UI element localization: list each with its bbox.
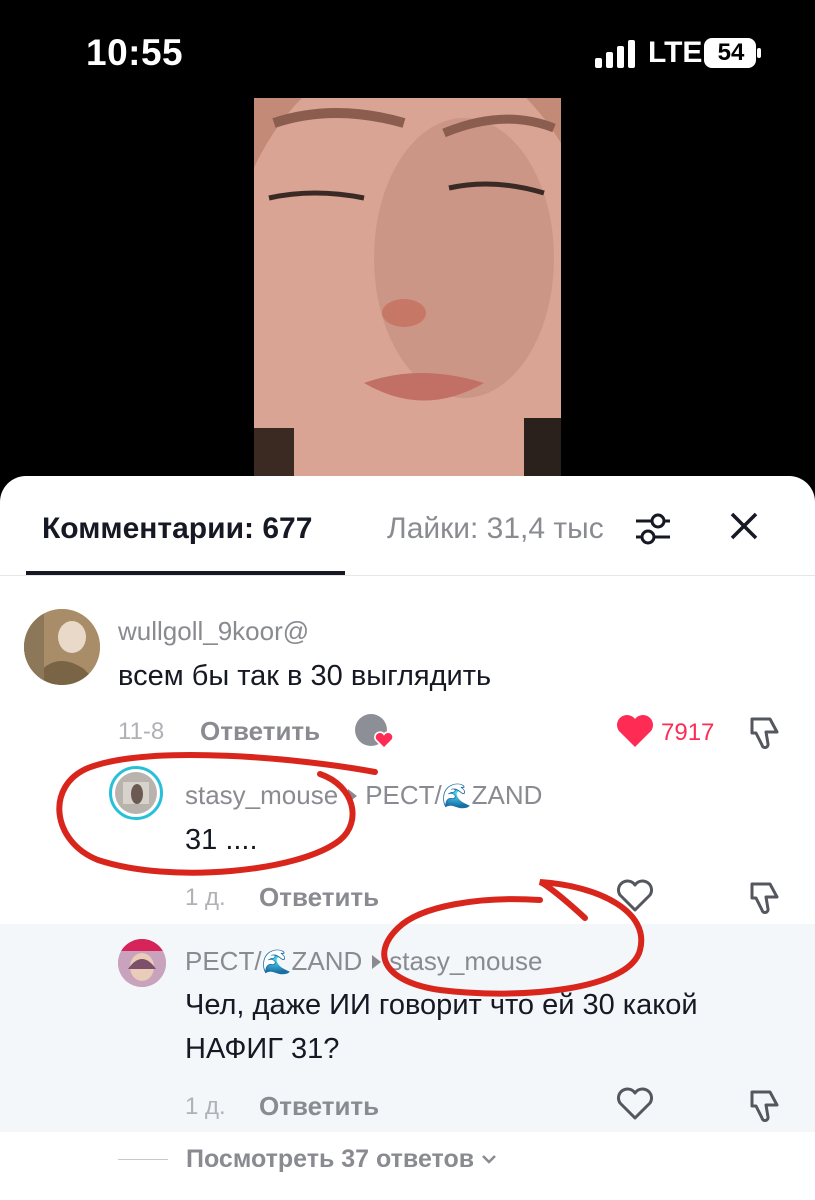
reply-username-suffix[interactable]: ZAND xyxy=(291,946,362,976)
reply-to-username[interactable]: stasy_mouse xyxy=(389,946,542,976)
reply-date: 1 д. xyxy=(185,1093,226,1120)
tab-comments[interactable]: Комментарии: 677 xyxy=(42,512,312,546)
avatar-image xyxy=(115,772,157,814)
status-bar: 10:55 LTE 54 xyxy=(0,0,815,100)
avatar-image xyxy=(118,939,166,987)
like-count: 7917 xyxy=(661,719,715,746)
wave-icon: 🌊 xyxy=(441,783,472,810)
chevron-down-icon xyxy=(482,1155,496,1164)
like-heart-icon[interactable] xyxy=(616,879,654,913)
video-frame[interactable] xyxy=(254,98,561,498)
dislike-icon[interactable] xyxy=(746,714,782,750)
avatar-story-ring[interactable] xyxy=(109,766,163,820)
reply-to-username-suffix[interactable]: ZAND xyxy=(472,780,543,810)
dislike-icon[interactable] xyxy=(746,1087,782,1123)
reply-text-line-2: НАФИГ 31? xyxy=(185,1033,340,1065)
network-type: LTE xyxy=(648,36,703,69)
comment-username[interactable]: wullgoll_9koor@ xyxy=(118,616,309,647)
divider-line xyxy=(118,1158,168,1160)
creator-heart-icon xyxy=(374,731,394,749)
reply-username[interactable]: PECT/ xyxy=(185,946,262,976)
view-more-label[interactable]: Посмотреть 37 ответов xyxy=(186,1145,474,1174)
avatar-image xyxy=(24,609,100,685)
comment-text: всем бы так в 30 выглядить xyxy=(118,660,492,692)
tab-likes[interactable]: Лайки: 31,4 тыс. xyxy=(387,512,605,546)
like-heart-icon[interactable] xyxy=(616,714,654,748)
filter-sliders-icon[interactable] xyxy=(634,510,672,548)
reply-arrow-icon xyxy=(348,789,358,804)
battery-level: 54 xyxy=(717,39,745,66)
wave-icon: 🌊 xyxy=(261,949,292,976)
avatar[interactable] xyxy=(24,609,100,685)
reply-button[interactable]: Ответить xyxy=(200,716,320,747)
status-time: 10:55 xyxy=(86,32,184,73)
reply-text-line-1: Чел, даже ИИ говорит что ей 30 какой xyxy=(185,989,698,1021)
comment-date: 11-8 xyxy=(118,718,165,745)
active-tab-indicator xyxy=(26,571,345,575)
reply-button[interactable]: Ответить xyxy=(259,1091,379,1122)
close-icon[interactable] xyxy=(728,510,760,542)
reply-username-line: stasy_mouse PECT/🌊ZAND xyxy=(185,780,542,811)
reply-username-line: PECT/🌊ZAND stasy_mouse xyxy=(185,946,542,977)
avatar[interactable] xyxy=(118,939,166,987)
reply-arrow-icon xyxy=(372,955,382,970)
comments-sheet: Комментарии: 677 Лайки: 31,4 тыс. wullgo… xyxy=(0,476,815,1200)
reply-to-username[interactable]: PECT/ xyxy=(365,780,442,810)
reply-button[interactable]: Ответить xyxy=(259,882,379,913)
comments-tab-bar: Комментарии: 677 Лайки: 31,4 тыс. xyxy=(0,476,815,576)
video-face-image xyxy=(254,98,561,498)
reply-text: 31 .... xyxy=(185,824,258,856)
dislike-icon[interactable] xyxy=(746,879,782,915)
cellular-signal-icon xyxy=(595,40,635,68)
reply-date: 1 д. xyxy=(185,884,226,911)
like-heart-icon[interactable] xyxy=(616,1087,654,1121)
reply-username[interactable]: stasy_mouse xyxy=(185,780,338,810)
view-more-replies[interactable]: Посмотреть 37 ответов xyxy=(118,1142,498,1176)
